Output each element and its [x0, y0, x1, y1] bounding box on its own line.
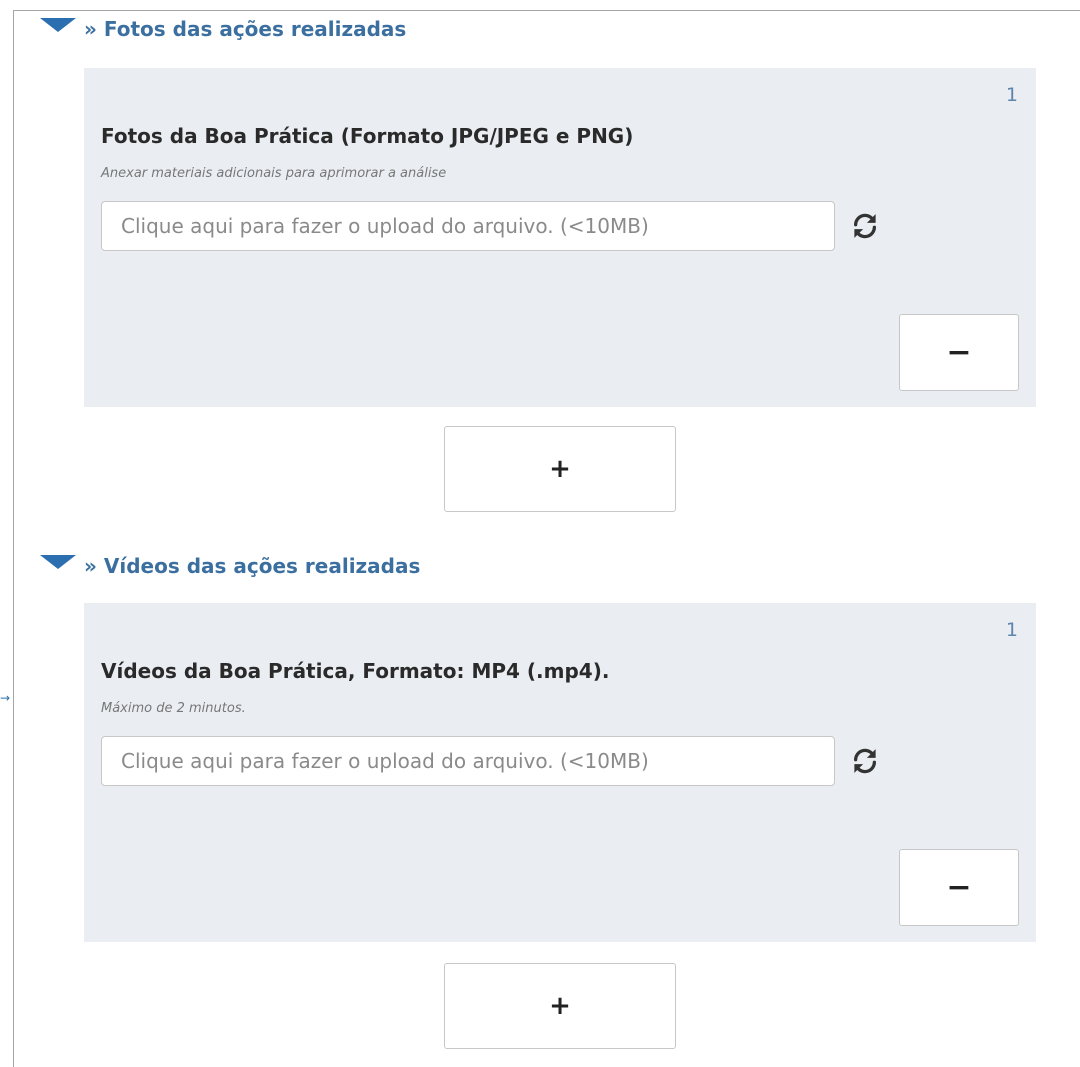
remove-item-button[interactable]: −: [899, 314, 1019, 391]
item-index: 1: [1005, 84, 1018, 106]
add-item-button[interactable]: +: [444, 963, 676, 1049]
field-help-text: Máximo de 2 minutos.: [101, 701, 246, 716]
section-title[interactable]: » Vídeos das ações realizadas: [84, 554, 420, 578]
remove-item-button[interactable]: −: [899, 849, 1019, 926]
refresh-icon[interactable]: [850, 211, 880, 241]
field-label: Fotos da Boa Prática (Formato JPG/JPEG e…: [101, 124, 634, 148]
field-help-text: Anexar materiais adicionais para aprimor…: [101, 166, 447, 181]
add-item-button[interactable]: +: [444, 426, 676, 512]
video-upload-item: 1 Vídeos da Boa Prática, Formato: MP4 (.…: [84, 603, 1036, 942]
item-index: 1: [1005, 619, 1018, 641]
caret-down-icon[interactable]: [40, 18, 76, 32]
edge-arrow-icon: →: [0, 691, 11, 705]
section-title[interactable]: » Fotos das ações realizadas: [84, 17, 406, 41]
refresh-icon[interactable]: [850, 746, 880, 776]
field-label: Vídeos da Boa Prática, Formato: MP4 (.mp…: [101, 659, 610, 683]
caret-down-icon[interactable]: [40, 555, 76, 569]
file-upload-input[interactable]: [101, 736, 835, 786]
photo-upload-item: 1 Fotos da Boa Prática (Formato JPG/JPEG…: [84, 68, 1036, 407]
file-upload-input[interactable]: [101, 201, 835, 251]
